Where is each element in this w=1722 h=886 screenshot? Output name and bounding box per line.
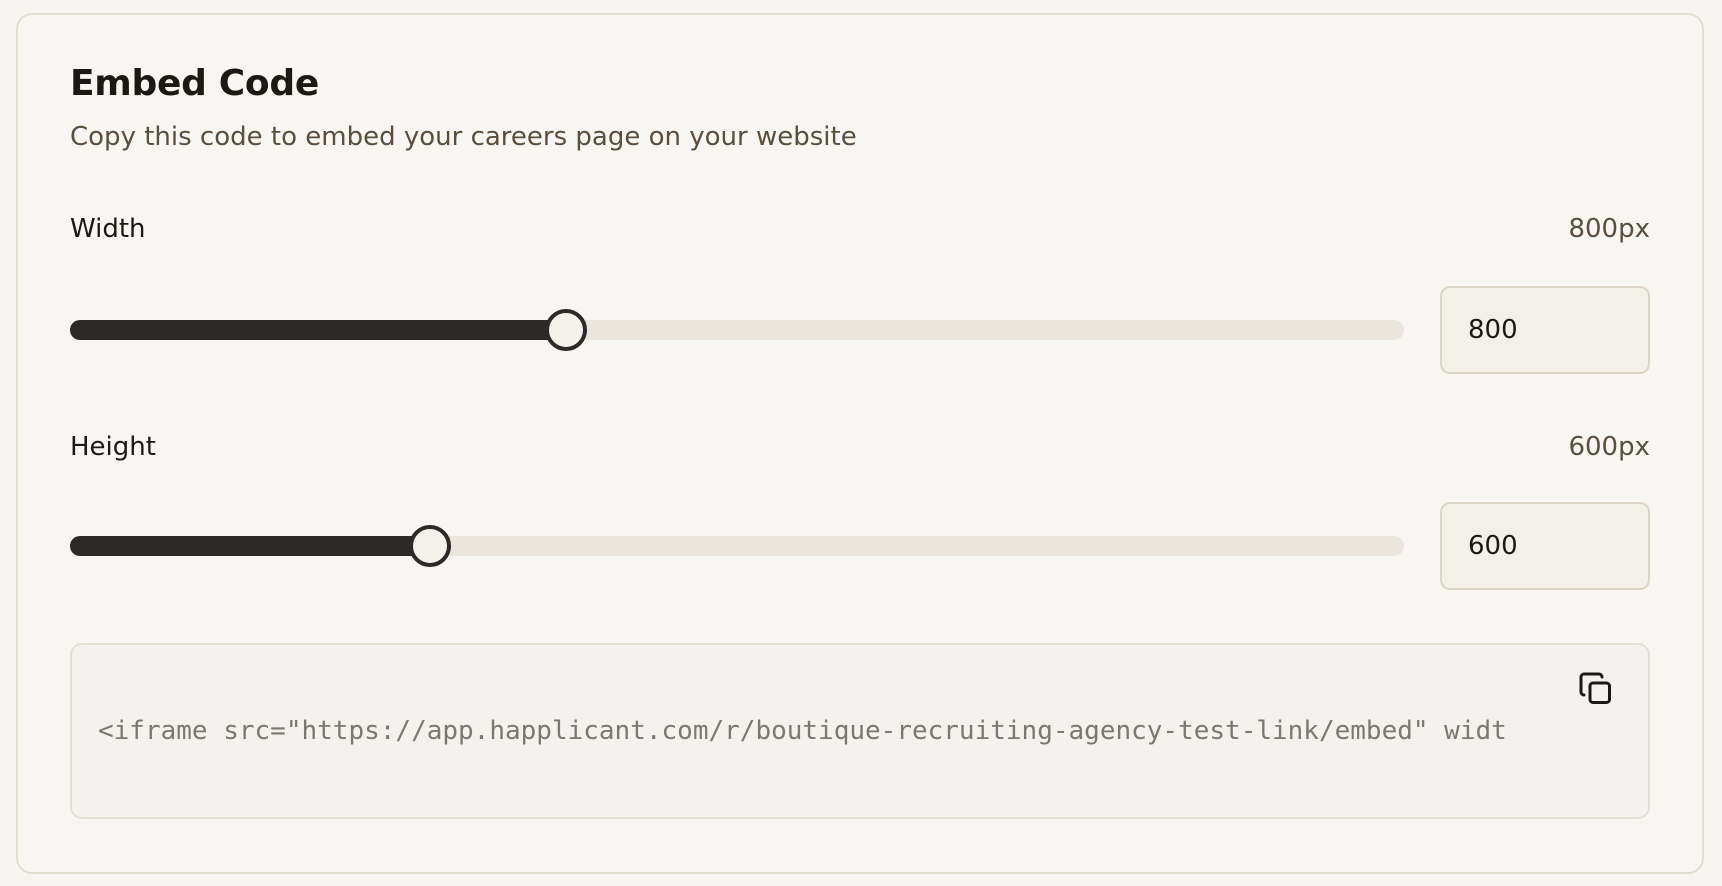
width-label: Width — [70, 214, 146, 244]
copy-icon — [1579, 672, 1611, 704]
width-input[interactable] — [1440, 286, 1650, 374]
width-value: 800px — [1568, 214, 1650, 244]
height-label: Height — [70, 432, 156, 462]
height-value: 600px — [1568, 432, 1650, 462]
width-slider[interactable] — [70, 309, 1404, 351]
width-slider-thumb[interactable] — [545, 309, 588, 351]
height-slider-fill — [70, 536, 431, 556]
height-slider-thumb[interactable] — [409, 525, 452, 567]
embed-code-snippet[interactable]: <iframe src="https://app.happlicant.com/… — [98, 713, 1508, 749]
embed-code-box[interactable]: <iframe src="https://app.happlicant.com/… — [70, 643, 1650, 819]
copy-button[interactable] — [1574, 667, 1618, 711]
section-subtitle: Copy this code to embed your careers pag… — [70, 122, 857, 152]
section-title: Embed Code — [70, 63, 319, 104]
height-slider[interactable] — [70, 525, 1404, 567]
height-input[interactable] — [1440, 502, 1650, 590]
width-slider-fill — [70, 320, 567, 340]
